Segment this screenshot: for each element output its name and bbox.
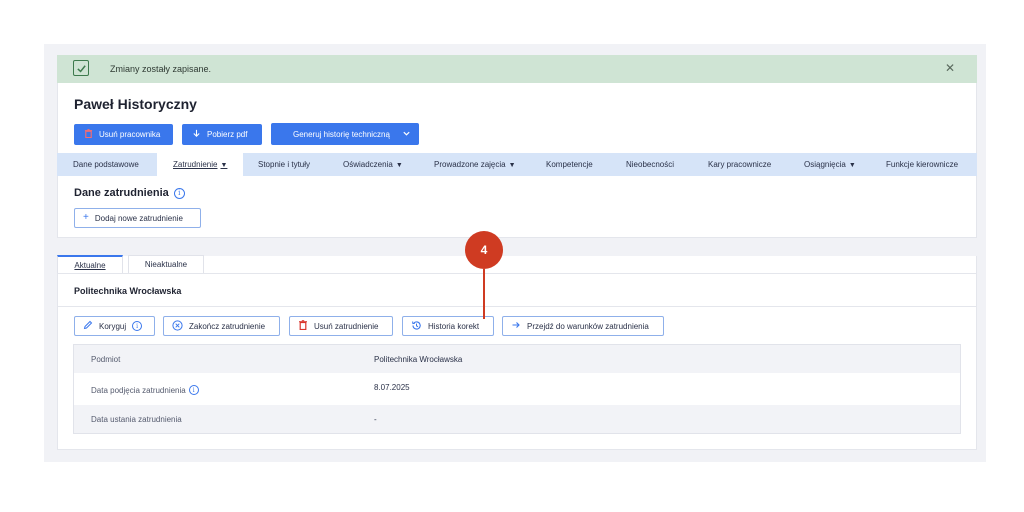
row-key: Podmiot [91, 355, 121, 364]
finish-employment-button[interactable]: Zakończ zatrudnienie [163, 316, 280, 336]
history-corrections-label: Historia korekt [428, 321, 480, 331]
tab-osiagniecia[interactable]: Osiągnięcia ▼ [804, 153, 856, 176]
delete-employment-button[interactable]: Usuń zatrudnienie [289, 316, 393, 336]
row-value: - [374, 415, 377, 424]
row-value: Politechnika Wrocławska [374, 355, 463, 364]
tab-label: Nieaktualne [144, 260, 188, 269]
alert-message: Zmiany zostały zapisane. [110, 64, 212, 74]
download-icon [192, 129, 201, 140]
page-title: Paweł Historyczny [74, 96, 197, 112]
pencil-icon [83, 320, 93, 332]
chevron-down-icon: ▼ [508, 162, 516, 169]
employment-card-title: Politechnika Wrocławska [74, 286, 182, 296]
tab-label: Zatrudnienie [173, 160, 218, 169]
generate-history-label: Generuj historię techniczną [293, 129, 390, 139]
section-title-text: Dane zatrudnienia [74, 187, 169, 199]
row-key-text: Data podjęcia zatrudnienia [91, 385, 186, 395]
tab-label: Funkcje kierownicze [886, 160, 959, 169]
employment-details-table: Podmiot Politechnika Wrocławska Data pod… [73, 344, 961, 434]
row-key: Data ustania zatrudnienia [91, 415, 182, 424]
tab-kary-pracownicze[interactable]: Kary pracownicze [708, 153, 771, 176]
step-badge: 4 [465, 231, 503, 269]
employee-nav: Dane podstawowe Zatrudnienie ▼ Stopnie i … [57, 153, 977, 176]
tab-label: Oświadczenia [343, 160, 393, 169]
arrow-right-icon [511, 320, 521, 332]
goto-conditions-button[interactable]: Przejdź do warunków zatrudnienia [502, 316, 664, 336]
delete-employee-label: Usuń pracownika [99, 130, 161, 139]
row-key: Data podjęcia zatrudnienia i [91, 385, 199, 395]
annotation-pointer [483, 269, 485, 319]
row-value: 8.07.2025 [374, 383, 410, 392]
generate-history-button[interactable]: Generuj historię techniczną [271, 123, 419, 145]
goto-conditions-label: Przejdź do warunków zatrudnienia [527, 321, 649, 331]
section-gap [44, 238, 986, 256]
add-employment-label: Dodaj nowe zatrudnienie [94, 213, 183, 223]
finish-employment-label: Zakończ zatrudnienie [189, 321, 266, 331]
tab-label: Stopnie i tytuły [258, 160, 311, 169]
table-row: Podmiot Politechnika Wrocławska [74, 345, 960, 373]
tab-aktualne[interactable]: Aktualne [57, 255, 123, 273]
tab-dane-podstawowe[interactable]: Dane podstawowe [73, 153, 139, 176]
tab-label: Kary pracownicze [708, 160, 772, 169]
tab-label: Prowadzone zajęcia [434, 160, 506, 169]
tab-prowadzone-zajecia[interactable]: Prowadzone zajęcia ▼ [434, 153, 516, 176]
success-alert: Zmiany zostały zapisane. ✕ [57, 55, 977, 83]
tab-label: Dane podstawowe [73, 160, 139, 169]
correct-button[interactable]: Koryguj i [74, 316, 155, 336]
download-pdf-label: Pobierz pdf [207, 130, 248, 139]
tab-label: Osiągnięcia [804, 160, 846, 169]
close-icon[interactable]: ✕ [945, 62, 955, 74]
history-icon [411, 320, 422, 333]
table-row: Data ustania zatrudnienia - [74, 405, 960, 433]
tab-label: Nieobecności [626, 160, 675, 169]
tab-kompetencje[interactable]: Kompetencje [546, 153, 593, 176]
tab-zatrudnienie[interactable]: Zatrudnienie ▼ [157, 153, 244, 176]
chevron-down-icon: ▼ [395, 162, 403, 169]
table-row: Data podjęcia zatrudnienia i 8.07.2025 [74, 373, 960, 405]
add-employment-button[interactable]: + Dodaj nowe zatrudnienie [74, 208, 201, 228]
tab-label: Kompetencje [546, 160, 593, 169]
chevron-down-icon [402, 129, 411, 140]
tab-label: Aktualne [74, 260, 106, 270]
chevron-down-icon: ▼ [848, 162, 856, 169]
delete-employment-label: Usuń zatrudnienie [314, 321, 379, 331]
tab-oswiadczenia[interactable]: Oświadczenia ▼ [343, 153, 403, 176]
info-icon[interactable]: i [173, 187, 185, 199]
tab-stopnie-i-tytuly[interactable]: Stopnie i tytuły [258, 153, 310, 176]
trash-icon [84, 129, 93, 140]
correct-label: Koryguj [99, 321, 127, 331]
tab-funkcje-kierownicze[interactable]: Funkcje kierownicze [886, 153, 958, 176]
info-icon[interactable]: i [188, 385, 199, 395]
download-pdf-button[interactable]: Pobierz pdf [182, 124, 262, 145]
chevron-down-icon: ▼ [220, 162, 228, 169]
history-corrections-button[interactable]: Historia korekt [402, 316, 494, 336]
cancel-circle-icon [172, 319, 183, 333]
trash-icon [298, 320, 308, 332]
section-title: Dane zatrudnienia i [74, 187, 185, 199]
info-icon[interactable]: i [132, 321, 143, 331]
divider [57, 306, 977, 307]
check-icon [73, 60, 89, 76]
delete-employee-button[interactable]: Usuń pracownika [74, 124, 173, 145]
tab-nieaktualne[interactable]: Nieaktualne [128, 255, 204, 273]
plus-icon: + [83, 212, 89, 223]
tab-nieobecnosci[interactable]: Nieobecności [626, 153, 674, 176]
